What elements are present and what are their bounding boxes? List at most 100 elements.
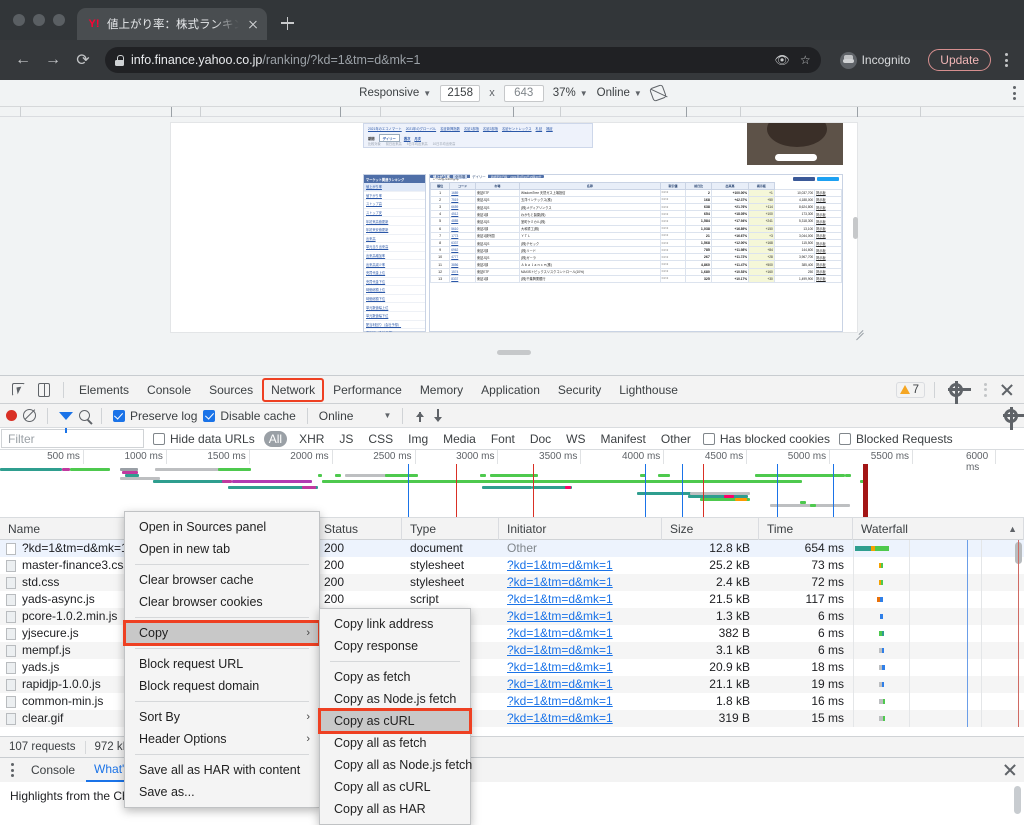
- menu-item[interactable]: Save all as HAR with content: [125, 759, 319, 781]
- reload-icon[interactable]: ⟳: [69, 46, 97, 74]
- devtools-tab-sources[interactable]: Sources: [201, 379, 261, 401]
- code-link[interactable]: 6337: [451, 241, 458, 245]
- sidebar-item[interactable]: ストップ高: [364, 200, 425, 209]
- initiator-cell[interactable]: ?kd=1&tm=d&mk=1: [499, 557, 662, 574]
- filter-type-doc[interactable]: Doc: [527, 431, 554, 447]
- devtools-tab-console[interactable]: Console: [139, 379, 199, 401]
- update-button[interactable]: Update: [928, 49, 991, 71]
- column-header-type[interactable]: Type: [402, 517, 499, 540]
- code-cell[interactable]: 6962: [449, 246, 476, 255]
- device-menu-icon[interactable]: [1013, 86, 1016, 100]
- code-link[interactable]: 4512: [451, 212, 458, 216]
- initiator-link[interactable]: ?kd=1&tm=d&mk=1: [507, 711, 613, 725]
- column-header-waterfall[interactable]: Waterfall: [853, 517, 1024, 540]
- filter-type-manifest[interactable]: Manifest: [598, 431, 649, 447]
- page-header-links[interactable]: 2021年のエコノマート 2021年のグローバル 名証新興指数 名証1部指 名証2部指名…: [368, 126, 588, 131]
- menu-item[interactable]: Save as...: [125, 781, 319, 803]
- viewport-resize-handle-bottom[interactable]: [497, 350, 531, 355]
- initiator-link[interactable]: ?kd=1&tm=d&mk=1: [507, 558, 613, 572]
- code-link[interactable]: 1773: [451, 234, 458, 238]
- sidebar-item[interactable]: 時価総額下位: [364, 295, 425, 304]
- menu-item[interactable]: Copy ›: [123, 620, 321, 646]
- rotate-icon[interactable]: [648, 84, 667, 102]
- menu-item[interactable]: Sort By ›: [125, 706, 319, 728]
- sidebar-item[interactable]: 売買代金下位: [364, 278, 425, 287]
- code-cell[interactable]: 6337: [449, 238, 476, 248]
- sidebar-item[interactable]: 出来高減少率: [364, 260, 425, 269]
- clear-network-log-icon[interactable]: [23, 409, 36, 422]
- initiator-cell[interactable]: ?kd=1&tm=d&mk=1: [499, 659, 662, 676]
- devtools-tab-elements[interactable]: Elements: [71, 379, 137, 401]
- board-link[interactable]: 掲示板: [814, 260, 842, 269]
- eye-crossed-icon[interactable]: 👁: [775, 53, 790, 67]
- code-cell[interactable]: 1689: [449, 188, 476, 197]
- menu-item[interactable]: Copy all as fetch: [320, 732, 470, 754]
- devtools-tab-memory[interactable]: Memory: [412, 379, 471, 401]
- menu-item[interactable]: Copy as fetch: [320, 666, 470, 688]
- import-har-icon[interactable]: [414, 409, 426, 422]
- drawer-tab-console[interactable]: Console: [23, 759, 83, 781]
- window-minimize-dot[interactable]: [33, 14, 45, 26]
- menu-item[interactable]: Clear browser cookies: [125, 591, 319, 613]
- board-link[interactable]: 掲示板: [814, 224, 842, 233]
- drawer-scrollbar[interactable]: [1014, 786, 1021, 814]
- page-header-link[interactable]: 2021年のグローバル: [406, 126, 436, 131]
- menu-item[interactable]: Header Options ›: [125, 728, 319, 750]
- board-link[interactable]: 掲示板: [814, 202, 842, 212]
- close-icon[interactable]: [245, 16, 261, 32]
- initiator-link[interactable]: ?kd=1&tm=d&mk=1: [507, 643, 613, 657]
- throttling-label[interactable]: Online: [319, 409, 354, 423]
- initiator-cell[interactable]: ?kd=1&tm=d&mk=1: [499, 710, 662, 727]
- initiator-cell[interactable]: ?kd=1&tm=d&mk=1: [499, 591, 662, 608]
- filter-type-css[interactable]: CSS: [365, 431, 396, 447]
- network-settings-icon[interactable]: [1002, 407, 1024, 430]
- toggle-device-toolbar-button[interactable]: [32, 379, 56, 401]
- column-header-time[interactable]: Time: [759, 517, 853, 540]
- code-link[interactable]: 1574: [451, 270, 458, 274]
- viewport-resize-corner[interactable]: [855, 329, 865, 339]
- blocked-requests-checkbox[interactable]: Blocked Requests: [838, 432, 953, 446]
- devtools-more-menu-icon[interactable]: [976, 382, 994, 397]
- preserve-log-checkbox[interactable]: Preserve log: [113, 409, 197, 423]
- code-cell[interactable]: 3856: [449, 260, 476, 269]
- filter-input[interactable]: Filter: [1, 429, 144, 448]
- code-link[interactable]: 7519: [451, 198, 458, 202]
- sidebar-item[interactable]: 年初来安値更新: [364, 226, 425, 235]
- sidebar-item[interactable]: 配当利回り（会社予想）: [364, 321, 425, 330]
- code-cell[interactable]: 4885: [449, 217, 476, 226]
- menu-item[interactable]: Clear browser cache: [125, 569, 319, 591]
- menu-item[interactable]: Copy all as Node.js fetch: [320, 754, 472, 776]
- sidebar-item[interactable]: 単元当り出来高: [364, 243, 425, 252]
- page-header-link[interactable]: 名証新興指数: [440, 126, 460, 131]
- code-link[interactable]: 4885: [451, 219, 458, 223]
- initiator-cell[interactable]: ?kd=1&tm=d&mk=1: [499, 625, 662, 642]
- code-cell[interactable]: 4777: [449, 253, 476, 262]
- initiator-link[interactable]: ?kd=1&tm=d&mk=1: [507, 677, 613, 691]
- menu-item[interactable]: Open in new tab: [125, 538, 319, 560]
- hide-data-urls-checkbox[interactable]: Hide data URLs: [153, 432, 255, 446]
- filter-icon[interactable]: [59, 411, 73, 433]
- menu-item[interactable]: Block request URL: [125, 653, 319, 675]
- new-tab-button[interactable]: [273, 9, 301, 37]
- column-header-size[interactable]: Size: [662, 517, 759, 540]
- filter-type-media[interactable]: Media: [440, 431, 479, 447]
- search-icon[interactable]: [79, 410, 90, 421]
- advertisement-banner[interactable]: [747, 123, 843, 165]
- export-har-icon[interactable]: [432, 409, 444, 422]
- context-menu-main[interactable]: Open in Sources panel Open in new tab Clea…: [123, 511, 321, 808]
- page-header-link[interactable]: 福証: [546, 126, 553, 131]
- window-close-dot[interactable]: [13, 14, 25, 26]
- menu-item[interactable]: Copy all as HAR: [320, 798, 470, 820]
- filter-type-ws[interactable]: WS: [563, 431, 588, 447]
- window-controls[interactable]: [0, 14, 77, 40]
- initiator-cell[interactable]: ?kd=1&tm=d&mk=1: [499, 642, 662, 659]
- panel-pill-daily[interactable]: デイリー: [470, 174, 488, 179]
- window-maximize-dot[interactable]: [53, 14, 65, 26]
- sidebar-item[interactable]: 時価総額上位: [364, 286, 425, 295]
- disable-cache-checkbox[interactable]: Disable cache: [203, 409, 296, 423]
- address-bar[interactable]: info.finance.yahoo.co.jp/ranking/?kd=1&t…: [105, 47, 821, 73]
- devtools-tab-performance[interactable]: Performance: [325, 379, 410, 401]
- panel-pill-market[interactable]: 全市場: [452, 174, 468, 179]
- code-cell[interactable]: 6659: [449, 202, 476, 212]
- bookmark-star-icon[interactable]: ☆: [800, 53, 811, 67]
